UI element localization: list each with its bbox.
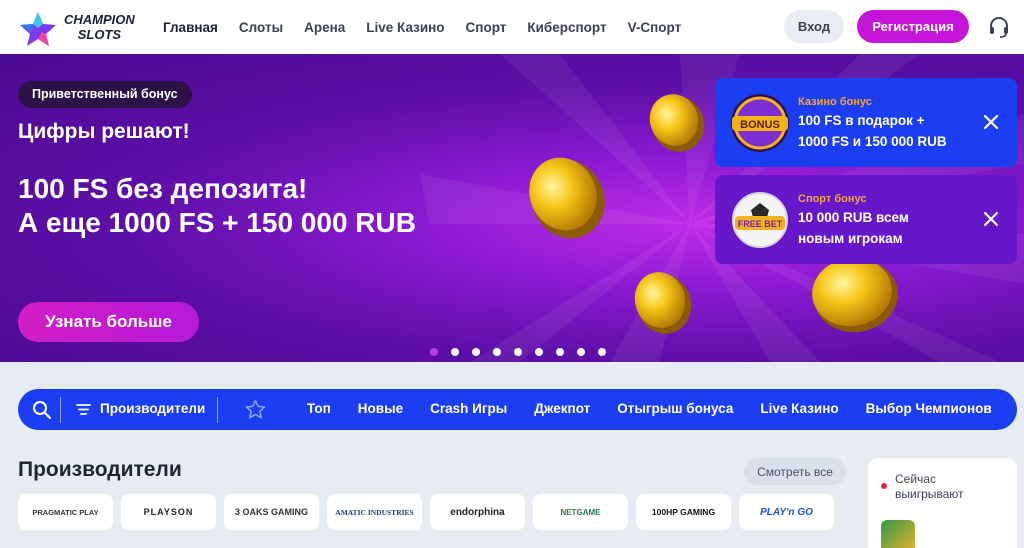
casino-bonus-line2: 1000 FS и 150 000 RUB bbox=[798, 134, 947, 149]
tab-champions-choice[interactable]: Выбор Чемпионов bbox=[866, 401, 992, 416]
learn-more-button[interactable]: Узнать больше bbox=[18, 302, 199, 342]
carousel-dot[interactable] bbox=[514, 348, 522, 356]
sport-bonus-card[interactable]: FREE BET Спорт бонус 10 000 RUB всем нов… bbox=[715, 175, 1017, 264]
tab-bonus-wagering[interactable]: Отыгрыш бонуса bbox=[617, 401, 733, 416]
carousel-dot[interactable] bbox=[556, 348, 564, 356]
hero-title-line2: А еще 1000 FS + 150 000 RUB bbox=[18, 207, 416, 238]
provider-label: PLAY'n GO bbox=[760, 506, 813, 518]
logo-text: CHAMPION SLOTS bbox=[64, 12, 135, 42]
carousel-dot[interactable] bbox=[451, 348, 459, 356]
provider-label: 3 OAKS GAMING bbox=[234, 507, 308, 517]
welcome-bonus-badge: Приветственный бонус bbox=[18, 81, 192, 108]
carousel-dot[interactable] bbox=[598, 348, 606, 356]
sport-bonus-line1: 10 000 RUB всем bbox=[798, 210, 909, 225]
bonus-badge-icon: BONUS bbox=[731, 94, 789, 152]
carousel-dot[interactable] bbox=[472, 348, 480, 356]
live-indicator-dot bbox=[881, 483, 887, 489]
tab-jackpot[interactable]: Джекпот bbox=[534, 401, 590, 416]
providers-section-title: Производители bbox=[18, 458, 182, 481]
top-header: CHAMPION SLOTS Главная Слоты Арена Live … bbox=[0, 0, 1024, 54]
sport-bonus-line2: новым игрокам bbox=[798, 231, 903, 246]
nav-item-arena[interactable]: Арена bbox=[304, 20, 345, 35]
carousel-dot[interactable] bbox=[493, 348, 501, 356]
carousel-dots bbox=[430, 348, 606, 356]
nav-item-sport[interactable]: Спорт bbox=[466, 20, 507, 35]
providers-list: PRAGMATIC PLAY PLAYSON 3 OAKS GAMING AMA… bbox=[18, 494, 834, 530]
tab-live-casino[interactable]: Live Казино bbox=[760, 401, 838, 416]
headset-icon[interactable] bbox=[988, 16, 1010, 38]
nav-item-esport[interactable]: Киберспорт bbox=[527, 20, 606, 35]
game-thumbnail[interactable] bbox=[881, 520, 915, 548]
providers-filter-button[interactable]: Производители bbox=[100, 401, 205, 416]
casino-bonus-label: Казино бонус bbox=[798, 96, 872, 108]
favorites-star-icon[interactable] bbox=[245, 399, 266, 420]
hero-title: 100 FS без депозита! А еще 1000 FS + 150… bbox=[18, 172, 538, 240]
provider-endorphina[interactable]: endorphina bbox=[430, 494, 525, 530]
hero-banner[interactable]: Приветственный бонус Цифры решают! 100 F… bbox=[0, 54, 1024, 362]
logo-line1: CHAMPION bbox=[64, 12, 135, 27]
provider-amatic[interactable]: AMATIC INDUSTRIES bbox=[327, 494, 422, 530]
hero-subtitle: Цифры решают! bbox=[18, 120, 190, 143]
provider-label: endorphina bbox=[450, 506, 505, 518]
divider bbox=[60, 397, 61, 423]
free-bet-icon: FREE BET bbox=[732, 192, 788, 248]
main-nav: Главная Слоты Арена Live Казино Спорт Ки… bbox=[163, 0, 681, 54]
provider-playson[interactable]: PLAYSON bbox=[121, 494, 216, 530]
nav-item-home[interactable]: Главная bbox=[163, 20, 218, 35]
logo[interactable]: CHAMPION SLOTS bbox=[18, 8, 148, 48]
carousel-dot[interactable] bbox=[577, 348, 585, 356]
nav-item-slots[interactable]: Слоты bbox=[239, 20, 283, 35]
casino-bonus-card[interactable]: BONUS Казино бонус 100 FS в подарок + 10… bbox=[715, 78, 1017, 167]
provider-3-oaks[interactable]: 3 OAKS GAMING bbox=[224, 494, 319, 530]
star-logo-icon bbox=[20, 12, 56, 46]
hero-title-line1: 100 FS без депозита! bbox=[18, 173, 308, 204]
search-icon[interactable] bbox=[32, 400, 52, 420]
winners-title: Сейчас выигрывают bbox=[895, 472, 964, 501]
close-icon[interactable] bbox=[983, 114, 999, 130]
live-winners-panel: Сейчас выигрывают bbox=[868, 458, 1017, 548]
provider-pragmatic-play[interactable]: PRAGMATIC PLAY bbox=[18, 494, 113, 530]
provider-label: PRAGMATIC PLAY bbox=[32, 507, 99, 517]
nav-item-live-casino[interactable]: Live Казино bbox=[366, 20, 444, 35]
provider-netgame[interactable]: NETGAME bbox=[533, 494, 628, 530]
casino-bonus-line1: 100 FS в подарок + bbox=[798, 113, 925, 128]
nav-item-vsport[interactable]: V-Спорт bbox=[628, 20, 682, 35]
game-filter-bar: Производители Топ Новые Crash Игры Джекп… bbox=[18, 389, 1017, 430]
tab-top[interactable]: Топ bbox=[307, 401, 331, 416]
sport-bonus-label: Спорт бонус bbox=[798, 193, 867, 205]
free-bet-icon-text: FREE BET bbox=[738, 219, 783, 229]
sport-bonus-text: 10 000 RUB всем новым игрокам bbox=[798, 207, 978, 249]
casino-bonus-text: 100 FS в подарок + 1000 FS и 150 000 RUB bbox=[798, 110, 978, 152]
tab-crash-games[interactable]: Crash Игры bbox=[430, 401, 507, 416]
logo-line2: SLOTS bbox=[77, 27, 122, 42]
provider-label: NETGAME bbox=[560, 507, 601, 517]
carousel-dot[interactable] bbox=[430, 348, 438, 356]
login-button[interactable]: Вход bbox=[784, 10, 844, 43]
tab-new[interactable]: Новые bbox=[358, 401, 403, 416]
divider bbox=[217, 397, 218, 423]
provider-label: AMATIC INDUSTRIES bbox=[335, 507, 414, 517]
category-tabs: Топ Новые Crash Игры Джекпот Отыгрыш бон… bbox=[307, 401, 1017, 416]
filter-icon bbox=[76, 404, 91, 415]
bonus-icon-text: BONUS bbox=[740, 119, 780, 131]
register-button[interactable]: Регистрация bbox=[857, 10, 969, 43]
provider-100hp[interactable]: 100HP GAMING bbox=[636, 494, 731, 530]
provider-playngo[interactable]: PLAY'n GO bbox=[739, 494, 834, 530]
close-icon[interactable] bbox=[983, 211, 999, 227]
provider-label: PLAYSON bbox=[143, 507, 194, 517]
provider-label: 100HP GAMING bbox=[651, 507, 716, 517]
see-all-providers-button[interactable]: Смотреть все bbox=[744, 458, 846, 485]
carousel-dot[interactable] bbox=[535, 348, 543, 356]
